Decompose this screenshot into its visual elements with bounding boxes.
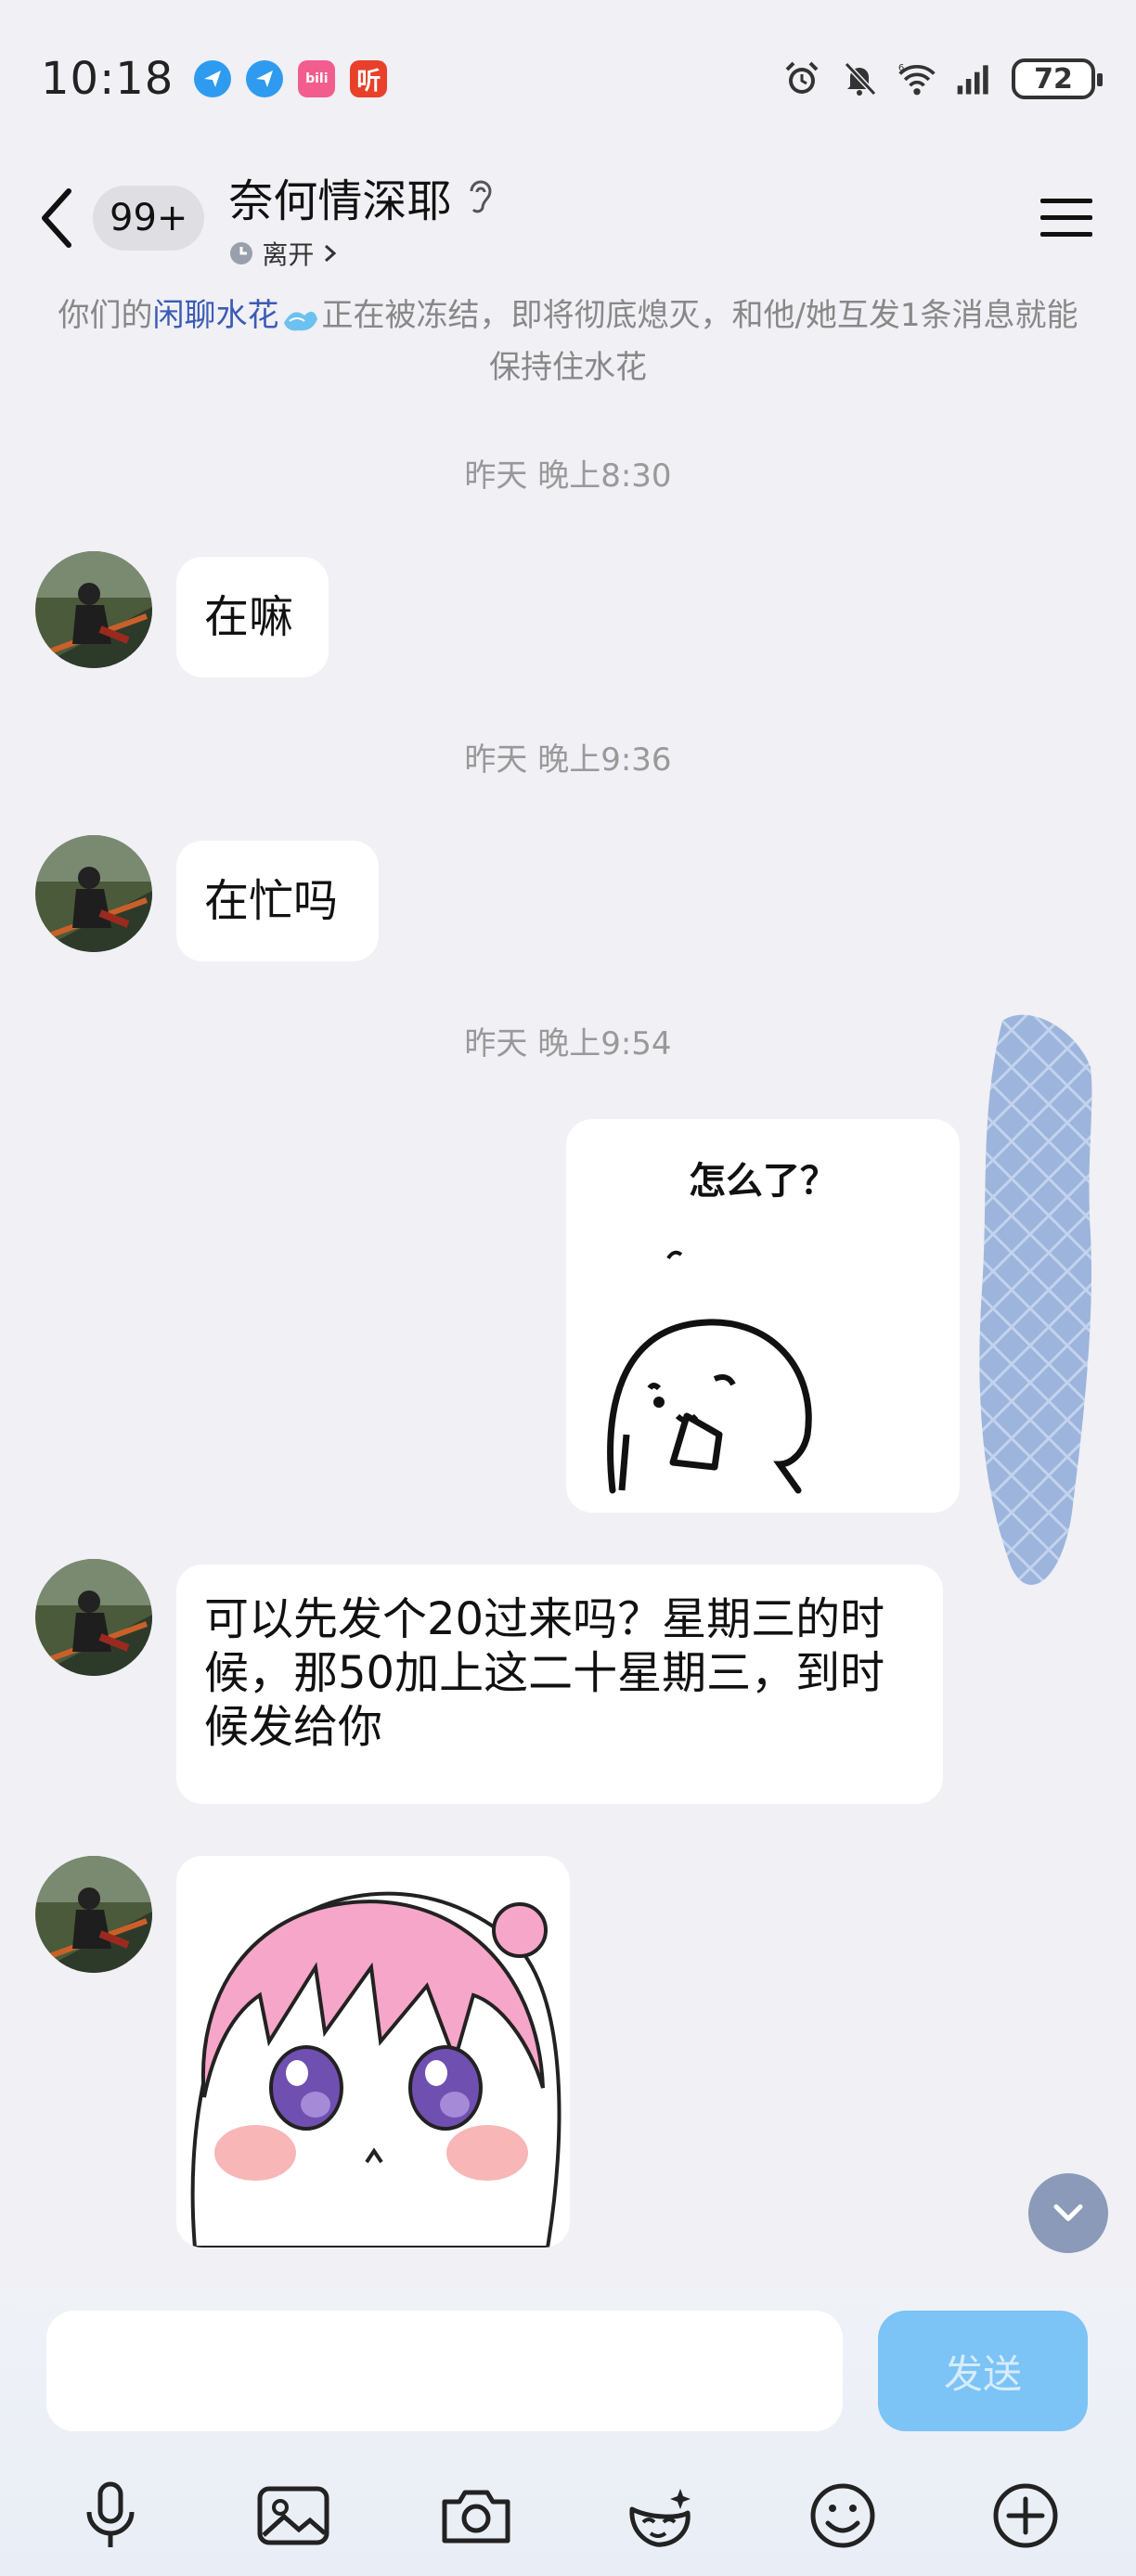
- notice-prefix: 你们的: [58, 297, 153, 334]
- camera-button[interactable]: [434, 2474, 518, 2557]
- presence-text: 离开: [262, 239, 315, 270]
- back-button[interactable]: [37, 181, 84, 255]
- chevron-left-icon: [42, 188, 71, 248]
- avatar[interactable]: [35, 835, 152, 952]
- status-bar: 10:18 bili 听 6 72: [0, 0, 1136, 158]
- sticker-drawing: [607, 1250, 812, 1494]
- chat-header: 99+ 奈何情深耶 离开: [0, 158, 1136, 278]
- hamburger-menu-icon: [1040, 199, 1092, 237]
- sticker-caption: 怎么了？: [689, 1160, 837, 1203]
- avatar[interactable]: [35, 551, 152, 668]
- avatar[interactable]: [35, 1559, 152, 1676]
- message-bubble[interactable]: 在嘛: [176, 557, 329, 677]
- system-status: 6 72: [781, 58, 1103, 99]
- wifi-icon: 6: [898, 63, 936, 96]
- listen-app-icon: 听: [350, 60, 388, 97]
- status-time: 10:18: [41, 53, 174, 105]
- voice-button[interactable]: [69, 2474, 152, 2557]
- incoming-sticker[interactable]: [176, 1856, 570, 2248]
- composer: 发送: [0, 2288, 1136, 2576]
- timestamp: 昨天 晚上9:54: [464, 1025, 672, 1063]
- composer-toolbar: [0, 2465, 1136, 2567]
- anime-girl-sticker: [176, 1856, 570, 2248]
- notification-icons: bili 听: [194, 60, 388, 97]
- emoji-button[interactable]: [801, 2474, 884, 2557]
- notice-suffix: 正在被冻结，即将彻底熄灭，和他/她互发1条消息就能保持住水花: [321, 297, 1078, 386]
- battery-indicator: 72: [1012, 58, 1103, 99]
- menu-button[interactable]: [1034, 186, 1099, 251]
- chevron-right-icon: [325, 244, 337, 263]
- image-button[interactable]: [252, 2474, 335, 2557]
- ai-sticker-button[interactable]: [618, 2474, 702, 2557]
- water-spark-icon: [284, 311, 318, 330]
- message-text: 在嘛: [204, 591, 294, 643]
- bilibili-icon: bili: [298, 60, 336, 97]
- browser-icon: [194, 60, 232, 97]
- message-text: 可以先发个20过来吗？星期三的时候，那50加上这二十星期三，到时候发给你: [204, 1593, 885, 1753]
- unread-count-badge[interactable]: 99+: [93, 186, 205, 251]
- presence-status[interactable]: 离开: [228, 235, 496, 272]
- message-input[interactable]: [46, 2311, 843, 2431]
- timestamp: 昨天 晚上9:36: [464, 741, 672, 779]
- plus-icon: [993, 2483, 1058, 2548]
- image-icon: [257, 2486, 329, 2545]
- chat-title-area[interactable]: 奈何情深耶 离开: [228, 164, 496, 272]
- scroll-to-bottom-button[interactable]: [1028, 2173, 1108, 2253]
- spark-link[interactable]: 闲聊水花: [152, 297, 278, 334]
- outgoing-sticker[interactable]: 怎么了？: [566, 1119, 960, 1513]
- camera-icon: [442, 2490, 510, 2544]
- mute-icon: [844, 61, 877, 97]
- battery-level: 72: [1034, 62, 1073, 96]
- alarm-icon: [785, 61, 819, 94]
- clock-icon: [230, 242, 253, 264]
- message-text: 在忙吗: [204, 875, 339, 927]
- svg-text:6: 6: [898, 63, 904, 73]
- message-bubble[interactable]: 可以先发个20过来吗？星期三的时候，那50加上这二十星期三，到时候发给你: [176, 1565, 943, 1804]
- chevron-down-icon: [1053, 2204, 1083, 2222]
- microphone-icon: [86, 2481, 135, 2547]
- message-bubble[interactable]: 在忙吗: [176, 841, 379, 961]
- signal-icon: [957, 65, 988, 95]
- avatar[interactable]: [35, 1856, 152, 1973]
- ear-icon[interactable]: [464, 176, 496, 217]
- spark-freeze-notice: 你们的闲聊水花 正在被冻结，即将彻底熄灭，和他/她互发1条消息就能保持住水花: [56, 290, 1080, 393]
- more-button[interactable]: [984, 2474, 1067, 2557]
- browser-icon-2: [246, 60, 284, 97]
- ai-face-icon: [629, 2489, 691, 2547]
- self-avatar-obscured: [979, 1014, 1092, 1585]
- send-button[interactable]: 发送: [878, 2311, 1088, 2431]
- smiley-icon: [810, 2483, 875, 2548]
- timestamp: 昨天 晚上8:30: [464, 457, 672, 495]
- chat-title: 奈何情深耶: [228, 175, 452, 227]
